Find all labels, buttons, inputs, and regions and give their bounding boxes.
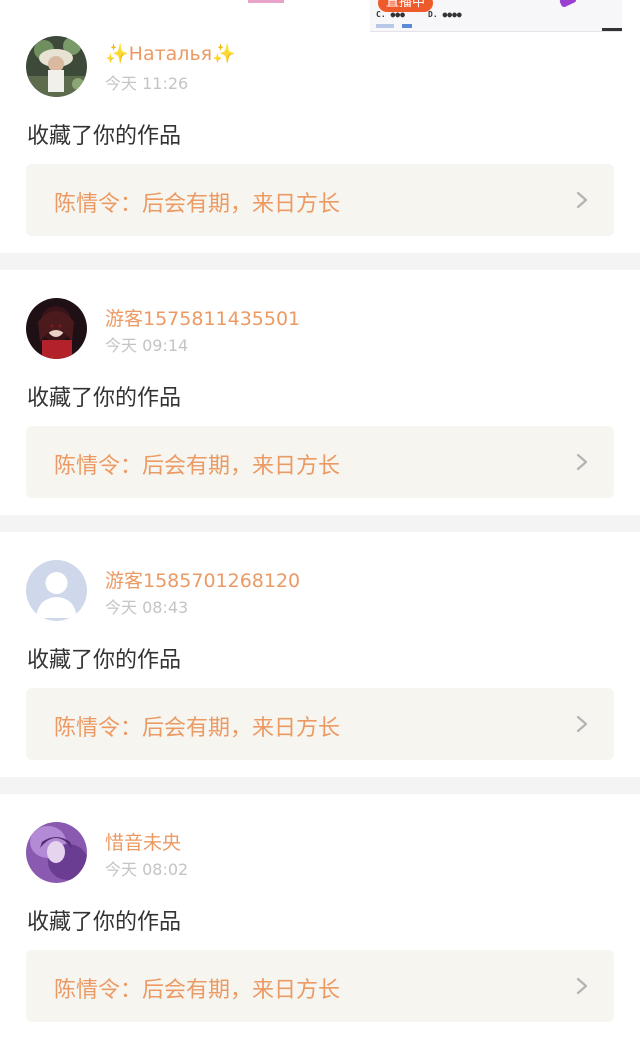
divider bbox=[0, 515, 640, 532]
work-link[interactable]: 陈情令：后会有期，来日方长 bbox=[26, 164, 614, 236]
work-title: 陈情令：后会有期，来日方长 bbox=[54, 192, 341, 217]
divider bbox=[0, 777, 640, 794]
username-link[interactable]: 惜音未央 bbox=[105, 828, 181, 855]
top-decoration bbox=[248, 0, 284, 3]
notification-item[interactable]: 游客1575811435501 今天 09:14 收藏了你的作品 陈情令：后会有… bbox=[0, 294, 640, 526]
chevron-right-icon bbox=[576, 191, 588, 209]
banner-decoration bbox=[558, 0, 578, 8]
username-link[interactable]: 游客1575811435501 bbox=[105, 304, 300, 331]
avatar[interactable] bbox=[26, 822, 87, 883]
timestamp: 今天 08:02 bbox=[105, 860, 189, 879]
work-link[interactable]: 陈情令：后会有期，来日方长 bbox=[26, 426, 614, 498]
banner-option-c: C. ●●● bbox=[376, 10, 405, 19]
top-ad-strip: 直播中 C. ●●● D. ●●●● bbox=[0, 0, 640, 32]
avatar[interactable] bbox=[26, 36, 87, 97]
notification-item[interactable]: 游客1585701268120 今天 08:43 收藏了你的作品 陈情令：后会有… bbox=[0, 556, 640, 788]
avatar[interactable] bbox=[26, 560, 87, 621]
action-text: 收藏了你的作品 bbox=[27, 124, 182, 149]
live-banner[interactable]: 直播中 C. ●●● D. ●●●● bbox=[370, 0, 622, 32]
work-title: 陈情令：后会有期，来日方长 bbox=[54, 716, 341, 741]
chevron-right-icon bbox=[576, 977, 588, 995]
banner-progress-track bbox=[376, 24, 394, 28]
work-title: 陈情令：后会有期，来日方长 bbox=[54, 454, 341, 479]
action-text: 收藏了你的作品 bbox=[27, 648, 182, 673]
work-title: 陈情令：后会有期，来日方长 bbox=[54, 978, 341, 1003]
chevron-right-icon bbox=[576, 453, 588, 471]
action-text: 收藏了你的作品 bbox=[27, 910, 182, 935]
banner-option-d: D. ●●●● bbox=[428, 10, 462, 19]
action-text: 收藏了你的作品 bbox=[27, 386, 182, 411]
avatar[interactable] bbox=[26, 298, 87, 359]
banner-close-mark[interactable] bbox=[602, 28, 622, 31]
timestamp: 今天 09:14 bbox=[105, 336, 189, 355]
divider bbox=[0, 253, 640, 270]
banner-progress-fill bbox=[402, 24, 412, 28]
notification-item[interactable]: 惜音未央 今天 08:02 收藏了你的作品 陈情令：后会有期，来日方长 bbox=[0, 818, 640, 1050]
username-link[interactable]: ✨Наталья✨ bbox=[105, 42, 236, 65]
notification-item[interactable]: ✨Наталья✨ 今天 11:26 收藏了你的作品 陈情令：后会有期，来日方长 bbox=[0, 32, 640, 264]
chevron-right-icon bbox=[576, 715, 588, 733]
work-link[interactable]: 陈情令：后会有期，来日方长 bbox=[26, 688, 614, 760]
timestamp: 今天 08:43 bbox=[105, 598, 189, 617]
work-link[interactable]: 陈情令：后会有期，来日方长 bbox=[26, 950, 614, 1022]
timestamp: 今天 11:26 bbox=[105, 74, 189, 93]
username-link[interactable]: 游客1585701268120 bbox=[105, 566, 300, 593]
